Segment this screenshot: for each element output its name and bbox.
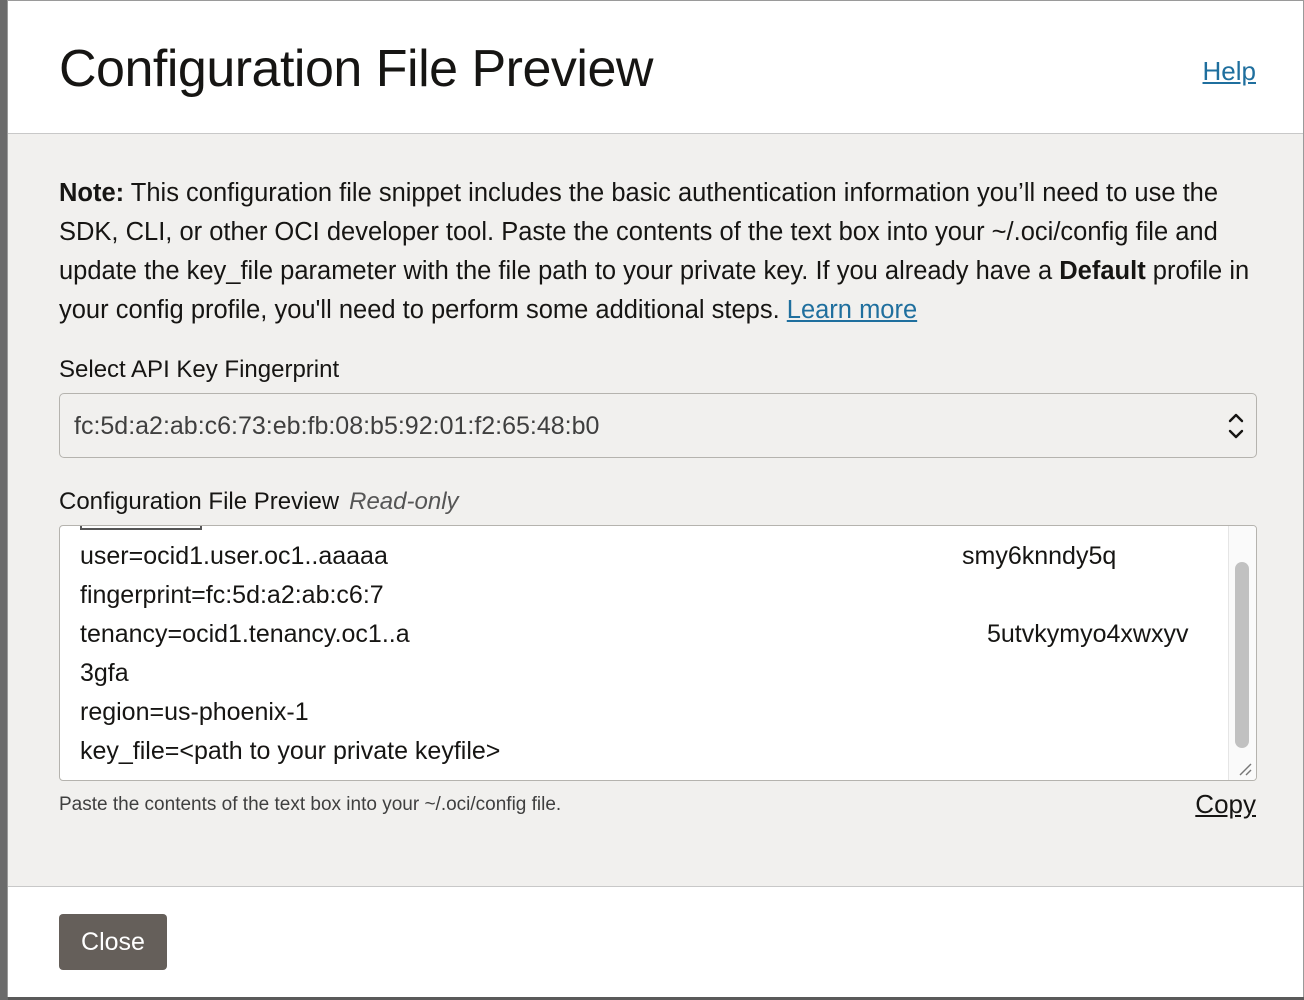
clipped-profile-header	[80, 526, 202, 530]
textarea-scrollbar[interactable]	[1228, 526, 1256, 780]
note-text: This configuration file snippet includes…	[59, 179, 1219, 285]
config-line-key-file: key_file=<path to your private keyfile>	[80, 737, 501, 765]
config-line-user: user=ocid1.user.oc1..aaaaa	[80, 542, 388, 570]
config-line-tenancy: tenancy=ocid1.tenancy.oc1..a	[80, 620, 410, 648]
note-label: Note:	[59, 179, 125, 207]
scrollbar-thumb[interactable]	[1235, 562, 1249, 748]
readonly-badge: Read-only	[349, 488, 459, 515]
dialog-title: Configuration File Preview	[59, 40, 653, 98]
dialog-body: Note: This configuration file snippet in…	[8, 134, 1303, 886]
config-line-user-tail: smy6knndy5q	[962, 542, 1117, 570]
config-line-tenancy-cont: 3gfa	[80, 659, 129, 687]
fingerprint-selected-value: fc:5d:a2:ab:c6:73:eb:fb:08:b5:92:01:f2:6…	[74, 412, 600, 440]
chevron-up-down-icon	[1228, 413, 1244, 439]
config-preview-textarea[interactable]: user=ocid1.user.oc1..aaaaa smy6knndy5q f…	[59, 525, 1257, 781]
help-link[interactable]: Help	[1203, 56, 1256, 87]
config-line-region: region=us-phoenix-1	[80, 698, 309, 726]
config-preview-dialog: Configuration File Preview Help Note: Th…	[7, 0, 1304, 997]
dialog-footer: Close	[8, 886, 1303, 997]
fingerprint-select-label: Select API Key Fingerprint	[59, 356, 340, 383]
fingerprint-select[interactable]: fc:5d:a2:ab:c6:73:eb:fb:08:b5:92:01:f2:6…	[59, 393, 1257, 458]
preview-label-row: Configuration File Preview Read-only	[59, 488, 459, 516]
resize-grip-icon[interactable]	[1237, 761, 1253, 777]
note-default-keyword: Default	[1059, 257, 1146, 285]
close-button[interactable]: Close	[59, 914, 167, 970]
preview-helper-text: Paste the contents of the text box into …	[59, 794, 562, 815]
copy-link[interactable]: Copy	[1195, 789, 1256, 820]
note-paragraph: Note: This configuration file snippet in…	[59, 174, 1269, 330]
config-line-tenancy-tail: 5utvkymyo4xwxyv	[987, 620, 1189, 648]
preview-label: Configuration File Preview	[59, 488, 340, 515]
config-line-fingerprint: fingerprint=fc:5d:a2:ab:c6:7	[80, 581, 384, 609]
dialog-header: Configuration File Preview Help	[8, 1, 1303, 134]
learn-more-link[interactable]: Learn more	[787, 296, 917, 324]
